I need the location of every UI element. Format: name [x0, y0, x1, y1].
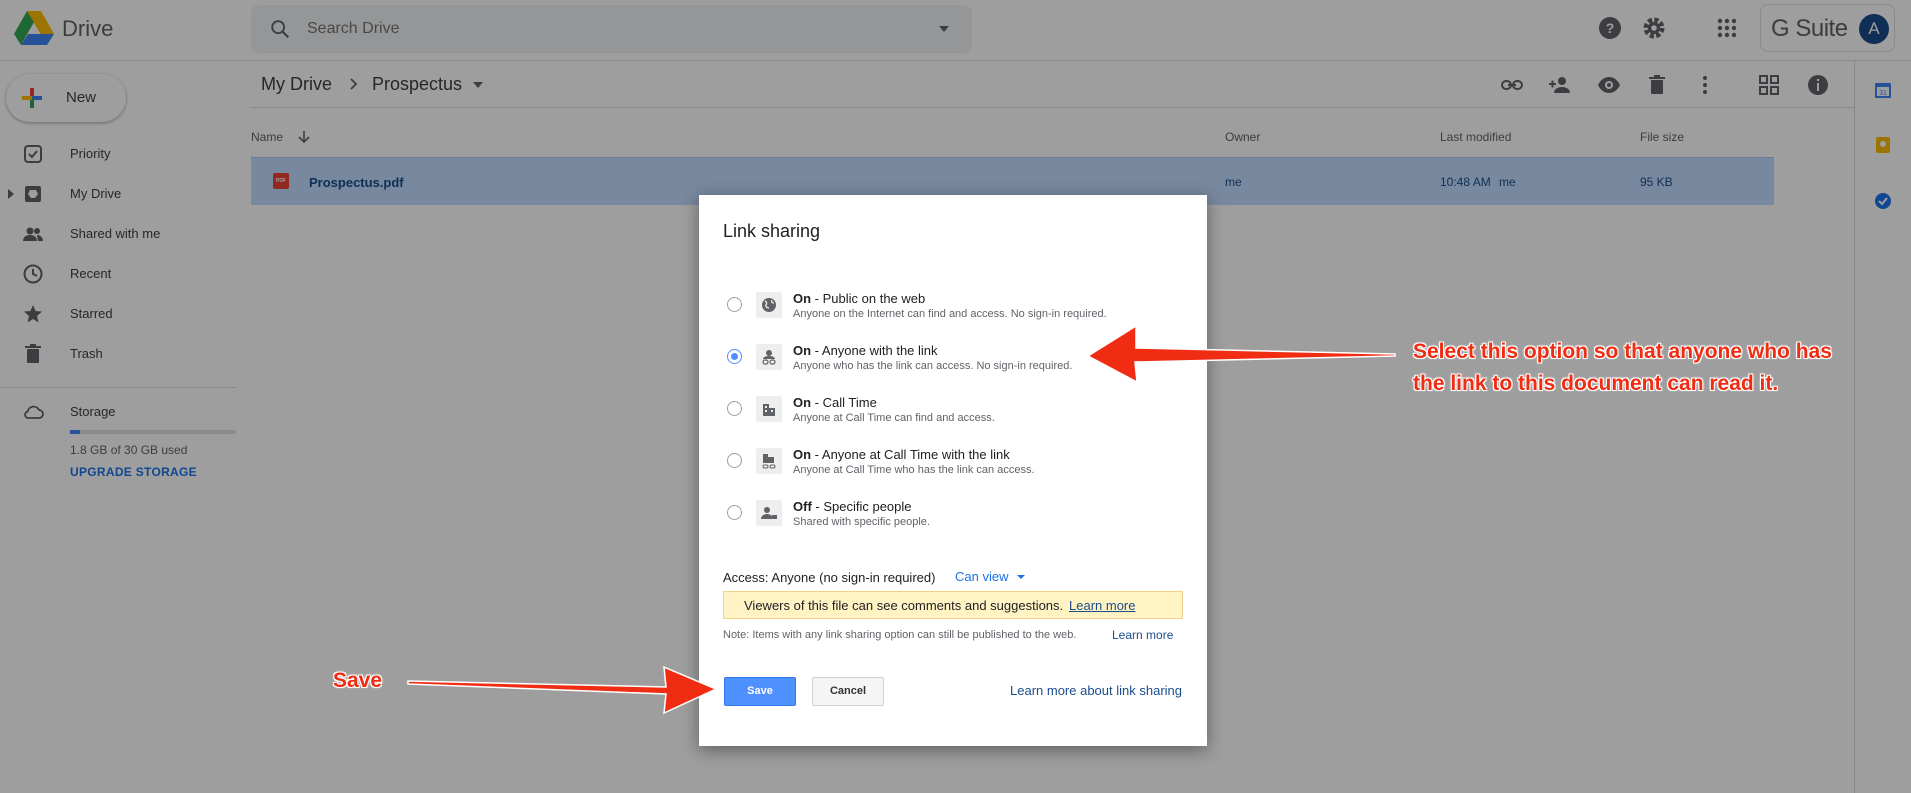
option-call-time-link[interactable]: On - Anyone at Call Time with the link A… — [723, 443, 1183, 487]
notice-learn-more-link[interactable]: Learn more — [1069, 598, 1135, 613]
option-description: Shared with specific people. — [793, 516, 930, 528]
link-sharing-dialog: Link sharing On - Public on the web Anyo… — [699, 195, 1207, 746]
option-title: On - Anyone with the link — [793, 343, 938, 358]
dialog-title: Link sharing — [723, 221, 821, 241]
option-description: Anyone at Call Time who has the link can… — [793, 464, 1035, 476]
person-lock-icon — [756, 500, 782, 526]
option-title: On - Public on the web — [793, 291, 926, 306]
note-learn-more-link[interactable]: Learn more — [1112, 628, 1173, 642]
building-link-icon — [756, 448, 782, 474]
access-level-dropdown[interactable]: Can view — [955, 569, 1008, 584]
globe-icon — [756, 292, 782, 318]
building-icon — [756, 396, 782, 422]
option-title: On - Anyone at Call Time with the link — [793, 447, 1010, 462]
save-button[interactable]: Save — [724, 677, 796, 706]
notice-text: Viewers of this file can see comments an… — [744, 598, 1064, 613]
option-title: Off - Specific people — [793, 499, 912, 514]
option-description: Anyone on the Internet can find and acce… — [793, 308, 1107, 320]
annotation-option-note: Select this option so that anyone who ha… — [1413, 336, 1903, 400]
annotation-save-note: Save — [333, 669, 383, 692]
link-person-icon — [756, 344, 782, 370]
publish-note: Note: Items with any link sharing option… — [723, 629, 1077, 641]
access-label: Access: Anyone (no sign-in required) — [723, 570, 936, 585]
radio-anyone-with-link[interactable] — [727, 349, 742, 364]
annotation-line: Select this option so that anyone who ha… — [1413, 340, 1832, 363]
option-description: Anyone at Call Time can find and access. — [793, 412, 995, 424]
option-public-web[interactable]: On - Public on the web Anyone on the Int… — [723, 287, 1183, 331]
learn-more-link-sharing[interactable]: Learn more about link sharing — [1010, 683, 1182, 698]
option-description: Anyone who has the link can access. No s… — [793, 360, 1073, 372]
cancel-button[interactable]: Cancel — [812, 677, 884, 706]
option-specific-people[interactable]: Off - Specific people Shared with specif… — [723, 495, 1183, 539]
option-anyone-with-link[interactable]: On - Anyone with the link Anyone who has… — [723, 339, 1183, 383]
radio-call-time-link[interactable] — [727, 453, 742, 468]
radio-specific-people[interactable] — [727, 505, 742, 520]
radio-public-web[interactable] — [727, 297, 742, 312]
radio-call-time[interactable] — [727, 401, 742, 416]
caret-down-icon[interactable] — [1017, 575, 1025, 579]
option-call-time[interactable]: On - Call Time Anyone at Call Time can f… — [723, 391, 1183, 435]
option-title: On - Call Time — [793, 395, 877, 410]
annotation-line: the link to this document can read it. — [1413, 372, 1779, 395]
comments-notice: Viewers of this file can see comments an… — [723, 591, 1183, 619]
